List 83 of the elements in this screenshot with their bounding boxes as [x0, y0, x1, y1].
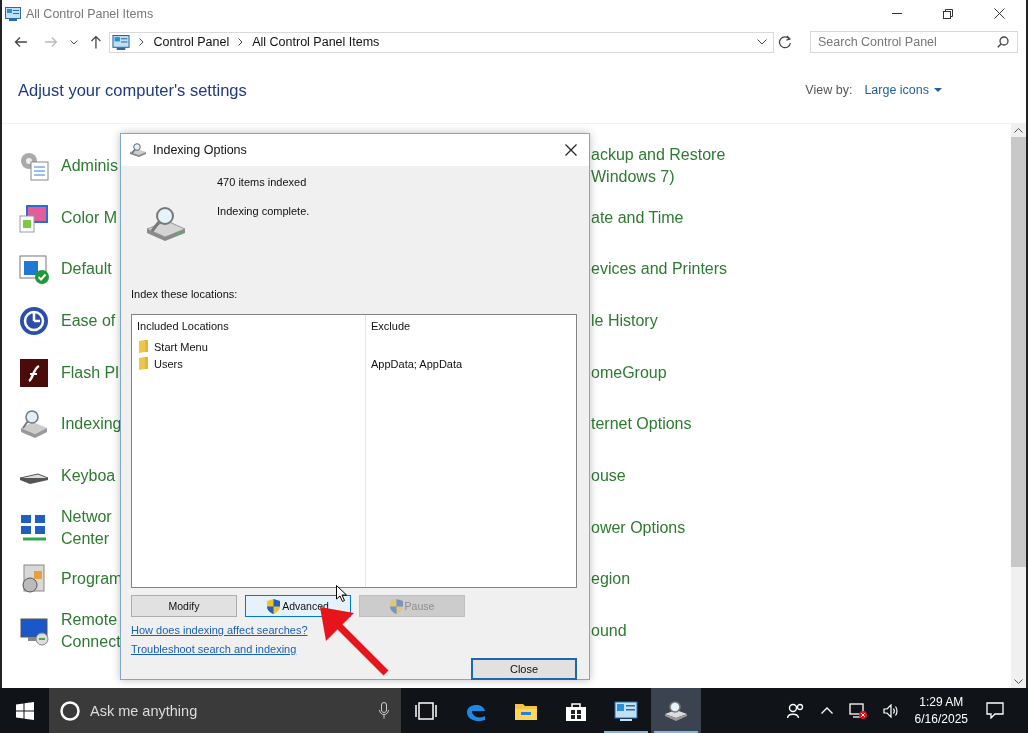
- control-panel-item-label[interactable]: ate and Time: [591, 206, 684, 229]
- modify-button[interactable]: Modify: [131, 595, 237, 617]
- people-icon[interactable]: [786, 702, 805, 719]
- control-panel-item-label[interactable]: Keyboa: [61, 464, 116, 487]
- windows-start-icon[interactable]: [16, 701, 34, 720]
- indexing-icon: [129, 143, 147, 157]
- control-panel-item-label[interactable]: Center: [61, 527, 112, 550]
- taskbar-search-field[interactable]: Ask me anything: [49, 688, 401, 733]
- chevron-right-icon: [139, 38, 145, 46]
- folder-icon: [139, 357, 148, 370]
- caret-down-icon: [934, 88, 942, 92]
- control-panel-item-label[interactable]: ound: [591, 620, 627, 643]
- search-field[interactable]: Search Control Panel: [810, 31, 1018, 53]
- control-panel-icon: [5, 6, 21, 21]
- microphone-icon[interactable]: [379, 702, 389, 719]
- control-panel-item-label[interactable]: Windows 7): [591, 165, 726, 188]
- index-status-text: Indexing complete.: [217, 205, 310, 217]
- indexing-icon[interactable]: [651, 688, 701, 733]
- page-heading: Adjust your computer's settings: [18, 80, 247, 100]
- window-title: All Control Panel Items: [26, 6, 154, 21]
- control-panel-item-label[interactable]: Program: [61, 568, 123, 591]
- control-panel-item-label[interactable]: Color M: [61, 206, 117, 229]
- control-panel-item-label[interactable]: ternet Options: [591, 413, 692, 436]
- help-link[interactable]: How does indexing affect searches?: [131, 624, 308, 636]
- control-panel-item-label[interactable]: Networ: [61, 505, 112, 528]
- clock-time[interactable]: 1:29 AM: [919, 695, 964, 709]
- chevron-right-icon: [238, 38, 244, 46]
- location-name[interactable]: Start Menu: [154, 340, 208, 353]
- refresh-icon[interactable]: [778, 35, 792, 49]
- close-button[interactable]: Close: [471, 658, 577, 680]
- view-dropdown[interactable]: Large icons: [864, 83, 942, 97]
- column-header[interactable]: Included Locations: [137, 320, 360, 338]
- control-panel-item-label[interactable]: Flash Pl: [61, 361, 119, 384]
- chevron-down-icon[interactable]: [757, 39, 768, 45]
- back-arrow-icon[interactable]: [14, 36, 28, 48]
- cortana-circle-icon: [60, 700, 80, 721]
- folder-icon: [139, 340, 148, 353]
- control-panel-item-label[interactable]: evices and Printers: [591, 258, 728, 281]
- flash-icon[interactable]: [18, 356, 50, 389]
- help-link[interactable]: Troubleshoot search and indexing: [131, 643, 297, 655]
- clock-date[interactable]: 6/16/2025: [914, 712, 968, 726]
- restore-icon[interactable]: [943, 8, 953, 19]
- chevron-up-icon[interactable]: [820, 707, 833, 714]
- close-icon[interactable]: [994, 8, 1005, 19]
- dialog-title: Indexing Options: [153, 143, 247, 157]
- volume-icon[interactable]: [882, 703, 899, 718]
- up-arrow-icon[interactable]: [89, 35, 102, 49]
- control-panel-item-label[interactable]: ower Options: [591, 516, 686, 539]
- control-panel-item-label[interactable]: ouse: [591, 464, 626, 487]
- control-panel-item-label[interactable]: Indexing: [61, 413, 122, 436]
- indexing-icon[interactable]: [18, 408, 50, 441]
- control-panel-item-label[interactable]: Adminis: [61, 154, 118, 177]
- address-bar[interactable]: Control Panel All Control Panel Items: [109, 31, 775, 53]
- breadcrumb[interactable]: All Control Panel Items: [252, 35, 380, 49]
- control-panel-item-label[interactable]: egion: [591, 568, 631, 591]
- scrollbar[interactable]: [1011, 124, 1026, 688]
- scroll-up-icon[interactable]: [1014, 128, 1023, 133]
- index-status-text: 470 items indexed: [217, 176, 308, 188]
- search-icon: [997, 36, 1009, 48]
- drive-search-icon: [145, 206, 187, 242]
- excluded-folders: AppData; AppData: [371, 357, 463, 370]
- control-panel-item-label[interactable]: Ease of: [61, 309, 116, 332]
- view-by-label: View by:: [805, 83, 853, 97]
- close-icon[interactable]: [565, 144, 577, 156]
- control-panel-item-label[interactable]: Connect: [61, 631, 121, 654]
- column-header[interactable]: Exclude: [371, 320, 571, 338]
- control-panel-item-label[interactable]: Default: [61, 258, 112, 281]
- default-programs-icon[interactable]: [18, 253, 50, 286]
- control-panel-item-label[interactable]: omeGroup: [591, 361, 667, 384]
- location-name[interactable]: Users: [154, 357, 183, 370]
- network-disconnected-icon[interactable]: [848, 702, 867, 719]
- breadcrumb[interactable]: Control Panel: [153, 35, 230, 49]
- chevron-down-icon[interactable]: [69, 39, 78, 45]
- remote-desktop-icon[interactable]: [18, 615, 50, 648]
- locations-label: Index these locations:: [131, 288, 239, 300]
- notification-icon[interactable]: [986, 702, 1004, 719]
- control-panel-icon: [112, 34, 131, 50]
- control-panel-item-label[interactable]: ackup and Restore: [591, 143, 726, 166]
- control-panel-item-label[interactable]: le History: [591, 309, 658, 332]
- scroll-down-icon[interactable]: [1014, 679, 1023, 684]
- advanced-button[interactable]: Advanced: [245, 595, 351, 617]
- control-panel-item-label[interactable]: Remote: [61, 609, 121, 632]
- ease-of-access-icon[interactable]: [18, 304, 50, 337]
